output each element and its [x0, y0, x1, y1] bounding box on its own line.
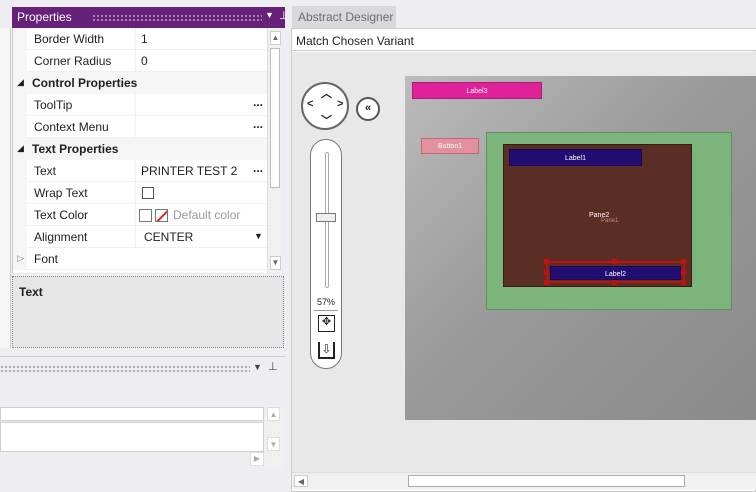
- variant-bar[interactable]: Match Chosen Variant: [292, 29, 756, 51]
- export-icon[interactable]: ⇩: [318, 342, 335, 359]
- property-label: Wrap Text: [34, 186, 88, 200]
- pan-arrows-icon[interactable]: ︿ ﹀ < >: [301, 82, 349, 130]
- zoom-control: 57% ✥ ⇩: [310, 139, 342, 369]
- zoom-slider-thumb[interactable]: [316, 213, 336, 222]
- designer-horizontal-scrollbar[interactable]: ◀: [292, 472, 756, 489]
- property-row-alignment[interactable]: Alignment CENTER ▼: [13, 226, 268, 248]
- property-row-corner-radius[interactable]: Corner Radius 0: [13, 50, 268, 72]
- scroll-right-icon[interactable]: ▶: [250, 452, 264, 466]
- no-color-icon[interactable]: [155, 209, 168, 222]
- lower-tool-panel: ▼ ⊥ ▲ ▼ ▶: [0, 356, 286, 470]
- tab-label: Abstract Designer: [298, 10, 394, 24]
- zoom-level: 57%: [316, 297, 335, 307]
- property-row-text-color[interactable]: Text Color Default color: [13, 204, 268, 226]
- divider: [314, 310, 338, 311]
- category-label: Text Properties: [32, 142, 119, 156]
- pane2-control[interactable]: Label1 Pane2 Pane1 Label2: [503, 144, 692, 287]
- chevron-down-icon[interactable]: ▼: [254, 231, 263, 241]
- left-edge-strip: [0, 28, 11, 348]
- resize-handle[interactable]: [612, 280, 617, 285]
- resize-handle[interactable]: [544, 280, 549, 285]
- pane1-caption: Pane1: [601, 218, 619, 224]
- category-label: Control Properties: [32, 76, 138, 90]
- collapse-triangle-icon[interactable]: ◢: [17, 77, 24, 88]
- scroll-thumb[interactable]: [270, 48, 280, 188]
- lower-list-area[interactable]: [0, 422, 264, 452]
- ellipsis-button[interactable]: ...: [253, 117, 263, 131]
- scroll-thumb[interactable]: [408, 475, 685, 487]
- property-row-text[interactable]: Text PRINTER TEST 2 ...: [13, 160, 268, 182]
- green-panel-control[interactable]: Label1 Pane2 Pane1 Label2: [486, 132, 732, 310]
- text-color-value[interactable]: Default color: [173, 208, 240, 222]
- resize-handle[interactable]: [681, 280, 686, 285]
- double-chevron-left-icon[interactable]: «: [356, 97, 380, 121]
- pin-icon[interactable]: ⊥: [268, 360, 278, 373]
- resize-handle[interactable]: [544, 259, 549, 264]
- property-label: Context Menu: [34, 120, 109, 134]
- tab-abstract-designer[interactable]: Abstract Designer: [292, 6, 396, 28]
- collapse-triangle-icon[interactable]: ◢: [17, 143, 24, 154]
- text-value-field[interactable]: PRINTER TEST 2: [141, 164, 237, 178]
- property-grid: Border Width 1 Corner Radius 0 ◢ Control…: [12, 28, 268, 273]
- property-label: Text Color: [34, 208, 89, 222]
- category-control-properties[interactable]: ◢ Control Properties: [13, 72, 268, 94]
- resize-handle[interactable]: [612, 259, 617, 264]
- scroll-down-icon[interactable]: ▼: [270, 256, 281, 270]
- property-label: Corner Radius: [34, 54, 112, 68]
- resize-handle[interactable]: [681, 259, 686, 264]
- scroll-left-icon[interactable]: ◀: [294, 475, 308, 487]
- alignment-select[interactable]: CENTER: [144, 230, 193, 244]
- expand-triangle-icon[interactable]: ▷: [17, 253, 24, 264]
- scroll-up-icon[interactable]: ▲: [270, 31, 281, 45]
- canvas-background[interactable]: Label3 Button1 Label1 Pane2 Pane1 Label2: [292, 52, 756, 472]
- designer-area: Match Chosen Variant Label3 Button1 Labe…: [291, 28, 756, 492]
- property-row-font[interactable]: ▷ Font: [13, 248, 268, 270]
- button1-control[interactable]: Button1: [421, 138, 479, 154]
- property-value[interactable]: 1: [141, 32, 148, 46]
- wrap-text-checkbox[interactable]: [142, 187, 154, 199]
- chevron-down-icon[interactable]: ▼: [253, 362, 262, 372]
- property-label: Alignment: [34, 230, 88, 244]
- pan-up-icon[interactable]: ︿: [321, 85, 332, 101]
- resize-handle[interactable]: [544, 270, 549, 275]
- property-label: Text: [34, 164, 57, 178]
- property-row-tooltip[interactable]: ToolTip ...: [13, 94, 268, 116]
- property-label: ToolTip: [34, 98, 73, 112]
- property-value[interactable]: 0: [141, 54, 148, 68]
- scroll-up-icon[interactable]: ▲: [267, 407, 280, 421]
- lower-input-field[interactable]: [0, 407, 264, 421]
- property-grid-scrollbar[interactable]: ▲ ▼: [267, 28, 282, 273]
- property-label: Font: [34, 252, 59, 266]
- pan-right-icon[interactable]: >: [337, 98, 343, 110]
- properties-title: Properties: [17, 10, 72, 24]
- label1-control[interactable]: Label1: [509, 149, 642, 166]
- fit-to-screen-icon[interactable]: ✥: [318, 315, 335, 332]
- resize-handle[interactable]: [681, 270, 686, 275]
- panel-grip[interactable]: [0, 365, 250, 373]
- properties-panel: Properties ▼ ⊥ Border Width 1 Corner Rad…: [0, 0, 289, 352]
- lower-scrollbar[interactable]: ▲ ▼: [265, 405, 283, 469]
- pin-icon[interactable]: ⊥: [279, 9, 289, 22]
- variant-label: Match Chosen Variant: [296, 34, 414, 48]
- scroll-down-icon[interactable]: ▼: [267, 437, 280, 451]
- category-text-properties[interactable]: ◢ Text Properties: [13, 138, 268, 160]
- ellipsis-button[interactable]: ...: [253, 95, 263, 109]
- chevron-down-icon[interactable]: ▼: [265, 10, 274, 20]
- titlebar-grip[interactable]: [92, 14, 262, 22]
- property-label: Border Width: [34, 32, 105, 46]
- label3-control[interactable]: Label3: [412, 82, 542, 99]
- pan-left-icon[interactable]: <: [307, 98, 313, 110]
- property-row-border-width[interactable]: Border Width 1: [13, 28, 268, 50]
- property-row-wrap-text[interactable]: Wrap Text: [13, 182, 268, 204]
- color-swatch[interactable]: [139, 209, 152, 222]
- description-title: Text: [19, 285, 43, 299]
- property-row-context-menu[interactable]: Context Menu ...: [13, 116, 268, 138]
- property-description: Text: [12, 276, 284, 348]
- pan-down-icon[interactable]: ﹀: [321, 112, 332, 128]
- design-canvas[interactable]: Label3 Button1 Label1 Pane2 Pane1 Label2: [405, 76, 756, 420]
- ellipsis-button[interactable]: ...: [253, 161, 263, 175]
- properties-titlebar[interactable]: Properties ▼ ⊥: [12, 7, 289, 28]
- label2-control[interactable]: Label2: [550, 266, 681, 280]
